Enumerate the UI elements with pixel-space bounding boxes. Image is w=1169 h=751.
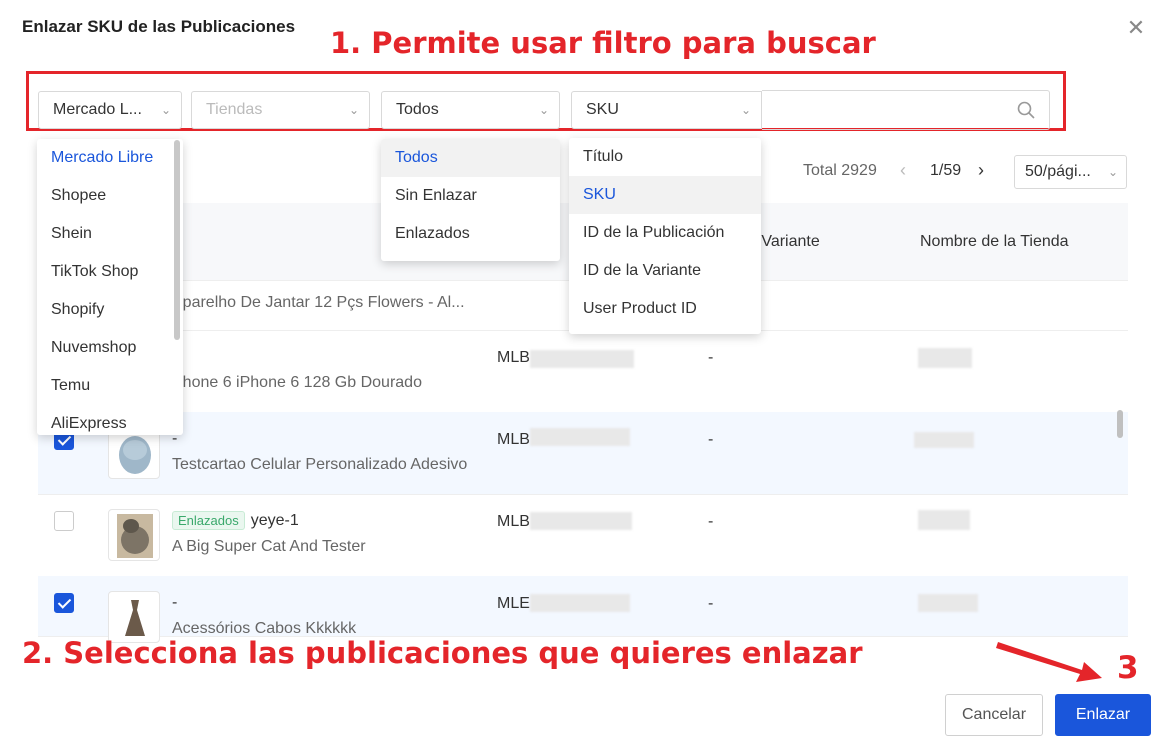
- link-button[interactable]: Enlazar: [1055, 694, 1151, 736]
- page-size-value: 50/pági...: [1025, 163, 1091, 180]
- total-count: Total 2929: [803, 162, 877, 179]
- platform-dropdown: Mercado Libre Shopee Shein TikTok Shop S…: [37, 139, 183, 435]
- platform-option[interactable]: Shopee: [37, 177, 183, 215]
- publication-id: MLB: [497, 349, 530, 366]
- platform-option[interactable]: Mercado Libre: [37, 139, 183, 177]
- speaker-image: [119, 436, 151, 474]
- prev-page-icon[interactable]: ‹: [900, 160, 906, 181]
- page-indicator: 1/59: [930, 162, 962, 179]
- chevron-down-icon: ⌄: [1107, 165, 1118, 179]
- cat-image: [117, 514, 153, 558]
- field-option[interactable]: ID de la Variante: [569, 252, 761, 290]
- table-row[interactable]: - Acessórios Cabos Kkkkkk MLE -: [38, 576, 1128, 643]
- table-scrollbar[interactable]: [1117, 410, 1123, 438]
- row-checkbox[interactable]: [54, 511, 74, 531]
- variant-value: -: [708, 595, 714, 612]
- search-icon[interactable]: [1017, 101, 1035, 119]
- search-input[interactable]: [762, 90, 1050, 130]
- field-option[interactable]: SKU: [569, 176, 761, 214]
- platform-option[interactable]: TikTok Shop: [37, 253, 183, 291]
- linked-badge: Enlazados: [172, 511, 245, 530]
- chevron-down-icon: ⌄: [160, 103, 171, 117]
- redacted-store: [918, 510, 970, 530]
- publication-title: Phone 6 iPhone 6 128 Gb Dourado: [172, 374, 422, 391]
- column-header-store: Nombre de la Tienda: [920, 233, 1069, 250]
- field-select[interactable]: SKU ⌄: [571, 91, 762, 129]
- publication-id: MLE: [497, 595, 530, 612]
- publication-id: MLB: [497, 431, 530, 448]
- redacted-id: [530, 428, 630, 446]
- platform-option[interactable]: AliExpress: [37, 405, 183, 435]
- field-option[interactable]: Título: [569, 138, 761, 176]
- product-thumbnail: [108, 509, 160, 561]
- annotation-step1: 1. Permite usar filtro para buscar: [330, 26, 876, 60]
- stores-select[interactable]: Tiendas ⌄: [191, 91, 370, 129]
- platform-select-value: Mercado L...: [53, 101, 142, 118]
- redacted-id: [530, 594, 630, 612]
- status-select[interactable]: Todos ⌄: [381, 91, 560, 129]
- publication-id: MLB: [497, 513, 530, 530]
- field-option[interactable]: User Product ID: [569, 290, 761, 328]
- status-option[interactable]: Enlazados: [381, 215, 560, 253]
- field-dropdown: Título SKU ID de la Publicación ID de la…: [569, 138, 761, 334]
- annotation-step2: 2. Selecciona las publicaciones que quie…: [22, 636, 863, 670]
- publication-title: Aparelho De Jantar 12 Pçs Flowers - Al..…: [172, 294, 465, 311]
- variant-value: -: [708, 349, 714, 366]
- cancel-button[interactable]: Cancelar: [945, 694, 1043, 736]
- table-row[interactable]: Enlazados yeye-1 A Big Super Cat And Test…: [38, 494, 1128, 577]
- field-select-value: SKU: [586, 101, 619, 118]
- platform-option[interactable]: Shein: [37, 215, 183, 253]
- dialog-title: Enlazar SKU de las Publicaciones: [22, 17, 296, 36]
- platform-option[interactable]: Nuvemshop: [37, 329, 183, 367]
- row-sku-line: Enlazados yeye-1: [172, 511, 299, 530]
- chevron-down-icon: ⌄: [348, 103, 359, 117]
- field-option[interactable]: ID de la Publicación: [569, 214, 761, 252]
- annotation-step3: 3: [1117, 650, 1139, 686]
- row-checkbox[interactable]: [54, 593, 74, 613]
- row-sku: -: [172, 594, 178, 611]
- variant-value: -: [708, 513, 714, 530]
- publication-title: Testcartao Celular Personalizado Adesivo: [172, 456, 468, 473]
- chevron-down-icon: ⌄: [538, 103, 549, 117]
- redacted-id: [530, 512, 632, 530]
- chevron-down-icon: ⌄: [740, 103, 751, 117]
- redacted-store: [914, 432, 974, 448]
- status-option[interactable]: Sin Enlazar: [381, 177, 560, 215]
- table-row[interactable]: - Testcartao Celular Personalizado Adesi…: [38, 412, 1128, 495]
- dropdown-scrollbar[interactable]: [174, 140, 180, 340]
- platform-option[interactable]: Shopify: [37, 291, 183, 329]
- next-page-icon[interactable]: ›: [978, 160, 984, 181]
- close-icon[interactable]: ✕: [1126, 17, 1146, 39]
- platform-select[interactable]: Mercado L... ⌄: [38, 91, 182, 129]
- redacted-store: [918, 348, 972, 368]
- platform-option[interactable]: Temu: [37, 367, 183, 405]
- table-row[interactable]: - Phone 6 iPhone 6 128 Gb Dourado MLB -: [38, 330, 1128, 413]
- redacted-store: [918, 594, 978, 612]
- arrow-icon: [996, 642, 1102, 682]
- stores-placeholder: Tiendas: [206, 101, 263, 118]
- variant-value: -: [708, 431, 714, 448]
- page-size-select[interactable]: 50/pági... ⌄: [1014, 155, 1127, 189]
- row-sku: yeye-1: [250, 512, 299, 529]
- status-dropdown: Todos Sin Enlazar Enlazados: [381, 139, 560, 261]
- publication-title: A Big Super Cat And Tester: [172, 538, 366, 555]
- redacted-id: [530, 350, 634, 368]
- status-select-value: Todos: [396, 101, 439, 118]
- status-option[interactable]: Todos: [381, 139, 560, 177]
